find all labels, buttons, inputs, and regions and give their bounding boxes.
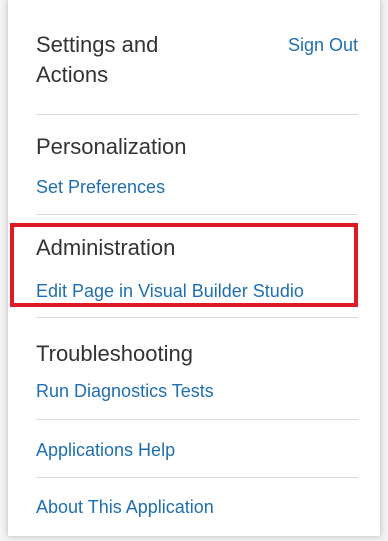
divider (36, 419, 358, 420)
settings-and-actions-menu: Settings and Actions Sign Out Personaliz… (8, 0, 380, 536)
section-title-personalization: Personalization (36, 134, 187, 159)
divider (36, 317, 358, 318)
divider (36, 214, 358, 215)
menu-title: Settings and Actions (36, 32, 159, 87)
section-title-administration: Administration (36, 235, 176, 260)
sign-out-link[interactable]: Sign Out (288, 35, 358, 56)
divider (36, 114, 358, 115)
divider (36, 477, 358, 478)
section-title-troubleshooting: Troubleshooting (36, 341, 193, 366)
set-preferences-link[interactable]: Set Preferences (36, 176, 165, 198)
about-this-application-link[interactable]: About This Application (36, 496, 214, 518)
applications-help-link[interactable]: Applications Help (36, 439, 175, 461)
edit-page-in-visual-builder-studio-link[interactable]: Edit Page in Visual Builder Studio (36, 280, 304, 302)
run-diagnostics-tests-link[interactable]: Run Diagnostics Tests (36, 380, 214, 402)
